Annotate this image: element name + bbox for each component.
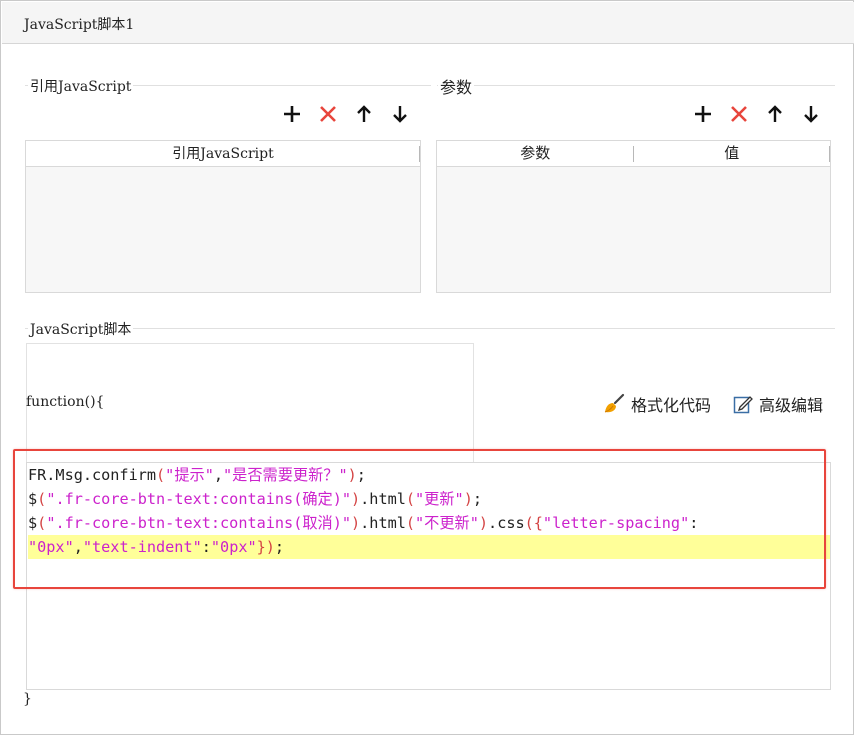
- code-token: ): [463, 490, 473, 508]
- code-token: (: [405, 490, 416, 508]
- code-line[interactable]: "0px","text-indent":"0px"});: [28, 535, 830, 559]
- code-token: $: [28, 490, 38, 508]
- code-token: ".fr-core-btn-text:contains(取消)": [46, 514, 351, 532]
- code-token: (: [37, 490, 47, 508]
- move-up-icon: [357, 105, 371, 122]
- import-move-up-button[interactable]: [351, 101, 377, 127]
- params-table[interactable]: 参数 值: [436, 140, 831, 293]
- code-token: :: [689, 514, 699, 532]
- code-editor[interactable]: FR.Msg.confirm("提示","是否需要更新？"); $(".fr-co…: [26, 462, 831, 690]
- script-section-label: JavaScript脚本: [28, 319, 134, 339]
- function-open-text: function(){: [26, 394, 105, 410]
- format-code-button[interactable]: 格式化代码: [602, 392, 711, 416]
- code-token: ): [351, 490, 361, 508]
- param-value-column-header[interactable]: 值: [634, 141, 831, 166]
- move-down-icon: [804, 106, 818, 123]
- code-content[interactable]: FR.Msg.confirm("提示","是否需要更新？"); $(".fr-co…: [28, 463, 830, 559]
- import-table[interactable]: 引用JavaScript: [25, 140, 421, 293]
- code-line[interactable]: FR.Msg.confirm("提示","是否需要更新？");: [28, 463, 830, 487]
- dialog-frame: JavaScript脚本1 引用JavaScript 引用JavaScript …: [0, 0, 854, 735]
- code-token: .css: [488, 514, 525, 532]
- code-token: "不更新": [415, 514, 479, 532]
- code-token: ,: [73, 538, 83, 556]
- function-close-text: }: [23, 691, 32, 707]
- code-token: "letter-spacing": [542, 514, 690, 532]
- code-token: ;: [472, 490, 483, 508]
- move-down-icon: [393, 106, 407, 123]
- import-toolbar: [279, 101, 413, 127]
- import-add-button[interactable]: [279, 101, 305, 127]
- code-token: ({: [524, 514, 543, 532]
- format-code-label: 格式化代码: [631, 398, 712, 415]
- params-section-label: 参数: [438, 74, 475, 98]
- delete-icon: [320, 106, 336, 122]
- code-token: ;: [274, 538, 285, 556]
- params-move-down-button[interactable]: [798, 101, 824, 127]
- advanced-edit-label: 高级编辑: [759, 398, 824, 415]
- add-icon: [695, 106, 711, 122]
- advanced-edit-button[interactable]: 高级编辑: [732, 392, 823, 416]
- move-up-icon: [768, 105, 782, 122]
- code-line[interactable]: $(".fr-core-btn-text:contains(确定)").html…: [28, 487, 830, 511]
- code-token: ;: [356, 466, 366, 484]
- code-token: FR.Msg.confirm: [28, 466, 157, 484]
- code-token: "0px": [28, 538, 74, 556]
- code-token: "是否需要更新？": [223, 466, 348, 484]
- code-token: .html: [360, 514, 406, 532]
- import-column-header[interactable]: 引用JavaScript: [26, 141, 420, 166]
- code-token: }): [256, 538, 275, 556]
- params-delete-button[interactable]: [726, 101, 752, 127]
- params-toolbar: [690, 101, 824, 127]
- code-line[interactable]: $(".fr-core-btn-text:contains(取消)").html…: [28, 511, 830, 535]
- code-token: "提示": [165, 466, 214, 484]
- code-token: :: [201, 538, 211, 556]
- param-name-column-header[interactable]: 参数: [437, 141, 634, 166]
- code-token: ,: [213, 466, 223, 484]
- code-token: ): [478, 514, 489, 532]
- code-token: "更新": [415, 490, 464, 508]
- params-table-header: 参数 值: [437, 141, 830, 167]
- code-token: "0px": [210, 538, 257, 556]
- code-token: (: [405, 514, 416, 532]
- brush-icon: [604, 393, 625, 413]
- edit-icon: [733, 396, 753, 414]
- title-bar: JavaScript脚本1: [2, 2, 854, 44]
- code-token: (: [156, 466, 166, 484]
- import-delete-button[interactable]: [315, 101, 341, 127]
- params-add-button[interactable]: [690, 101, 716, 127]
- code-token: "text-indent": [82, 538, 202, 556]
- code-token: .html: [360, 490, 406, 508]
- code-token: ".fr-core-btn-text:contains(确定)": [46, 490, 351, 508]
- code-token: ): [347, 466, 357, 484]
- code-token: $: [28, 514, 38, 532]
- params-section-divider: [437, 85, 835, 86]
- code-token: ): [351, 514, 361, 532]
- add-icon: [284, 106, 300, 122]
- import-move-down-button[interactable]: [387, 101, 413, 127]
- code-token: (: [37, 514, 47, 532]
- params-move-up-button[interactable]: [762, 101, 788, 127]
- script-section-divider: [25, 328, 835, 329]
- delete-icon: [731, 106, 747, 122]
- import-table-header: 引用JavaScript: [26, 141, 420, 167]
- import-section-label: 引用JavaScript: [28, 76, 134, 96]
- window-title: JavaScript脚本1: [24, 17, 135, 33]
